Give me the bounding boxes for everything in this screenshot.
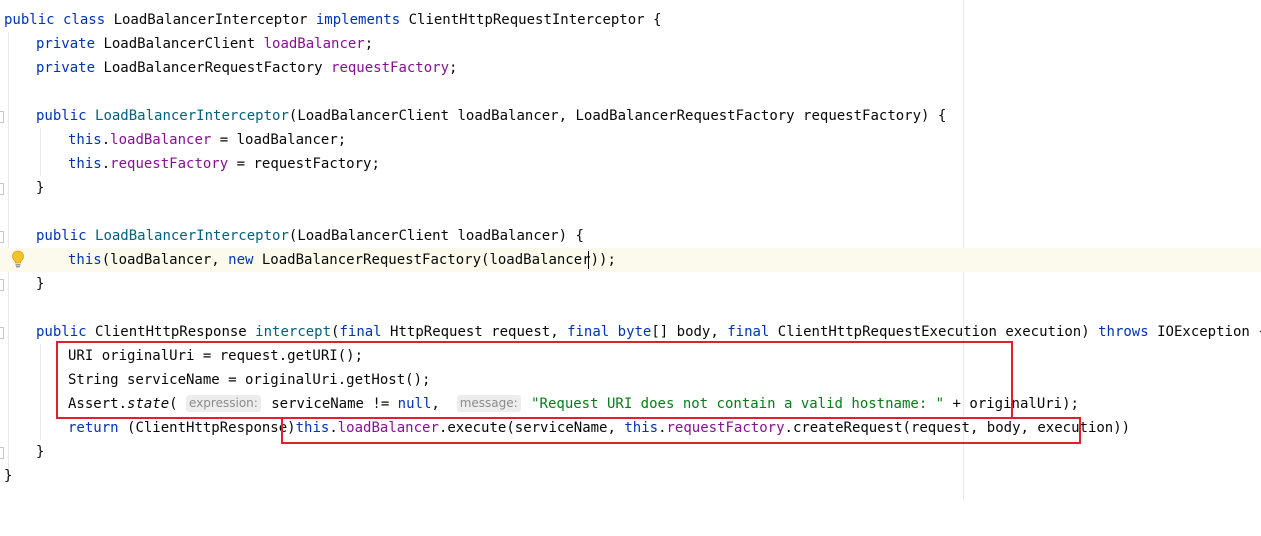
keyword: private (36, 36, 104, 52)
type-name: LoadBalancerClient (103, 36, 264, 52)
text-caret (588, 251, 589, 269)
code-text: = requestFactory; (228, 156, 380, 172)
keyword: final byte (567, 324, 652, 340)
code-line[interactable]: } (0, 272, 1261, 296)
keyword: return (68, 420, 128, 436)
code-text: ; (364, 36, 374, 52)
highlight-box-execute-call (281, 417, 1081, 444)
code-text: ClientHttpRequestExecution execution) (777, 324, 1099, 340)
code-line[interactable]: public LoadBalancerInterceptor(LoadBalan… (0, 104, 1261, 128)
keyword: this (68, 156, 102, 172)
code-text: . (101, 132, 111, 148)
code-text: HttpRequest request, (390, 324, 568, 340)
code-text: [] body, (651, 324, 728, 340)
highlight-box-hostname-block (56, 341, 1013, 419)
code-text: IOException { (1157, 324, 1261, 340)
keyword: this (68, 132, 102, 148)
code-text: (LoadBalancerClient loadBalancer, LoadBa… (288, 108, 947, 124)
keyword: this (68, 252, 102, 268)
code-line[interactable]: } (0, 176, 1261, 200)
code-text: ClientHttpRequestInterceptor { (408, 12, 662, 28)
code-line[interactable]: private LoadBalancerRequestFactory reque… (0, 56, 1261, 80)
code-text: (LoadBalancerClient loadBalancer) { (288, 228, 584, 244)
keyword: public (36, 324, 96, 340)
constructor-name: LoadBalancerInterceptor (95, 108, 289, 124)
field-name: loadBalancer (263, 36, 365, 52)
field-name: requestFactory (110, 156, 229, 172)
keyword: new (228, 252, 262, 268)
code-text: (ClientHttpResponse) (127, 420, 296, 436)
method-name: intercept (255, 324, 332, 340)
code-text: ; (449, 60, 458, 76)
keyword: implements (315, 12, 409, 28)
code-line[interactable]: public class LoadBalancerInterceptor imp… (0, 8, 1261, 32)
closing-brace: } (36, 444, 45, 460)
type-name: LoadBalancerRequestFactory (103, 60, 332, 76)
code-text: (loadBalancer, (101, 252, 229, 268)
closing-brace: } (4, 468, 13, 484)
field-name: requestFactory (331, 60, 450, 76)
closing-brace: } (36, 180, 45, 196)
lightbulb-icon[interactable] (11, 250, 25, 268)
keyword: final (339, 324, 391, 340)
code-text: . (101, 156, 111, 172)
code-editor[interactable]: public class LoadBalancerInterceptor imp… (0, 0, 1261, 501)
code-line[interactable]: private LoadBalancerClient loadBalancer; (0, 32, 1261, 56)
closing-brace: } (36, 276, 45, 292)
code-text: = loadBalancer; (211, 132, 347, 148)
keyword: throws (1098, 324, 1158, 340)
keyword: public class (4, 12, 114, 28)
keyword: public (36, 228, 96, 244)
constructor-name: LoadBalancerInterceptor (95, 228, 289, 244)
keyword: public (36, 108, 96, 124)
code-line-current[interactable]: this(loadBalancer, new LoadBalancerReque… (0, 248, 1261, 272)
keyword: private (36, 60, 104, 76)
class-name: LoadBalancerInterceptor (113, 12, 316, 28)
code-line[interactable]: this.loadBalancer = loadBalancer; (0, 128, 1261, 152)
field-name: loadBalancer (110, 132, 212, 148)
code-text: LoadBalancerRequestFactory(loadBalancer)… (261, 252, 616, 268)
code-line[interactable]: } (0, 464, 1261, 488)
keyword: final (727, 324, 778, 340)
code-line[interactable]: public LoadBalancerInterceptor(LoadBalan… (0, 224, 1261, 248)
code-line[interactable]: this.requestFactory = requestFactory; (0, 152, 1261, 176)
type-name: ClientHttpResponse (95, 324, 256, 340)
